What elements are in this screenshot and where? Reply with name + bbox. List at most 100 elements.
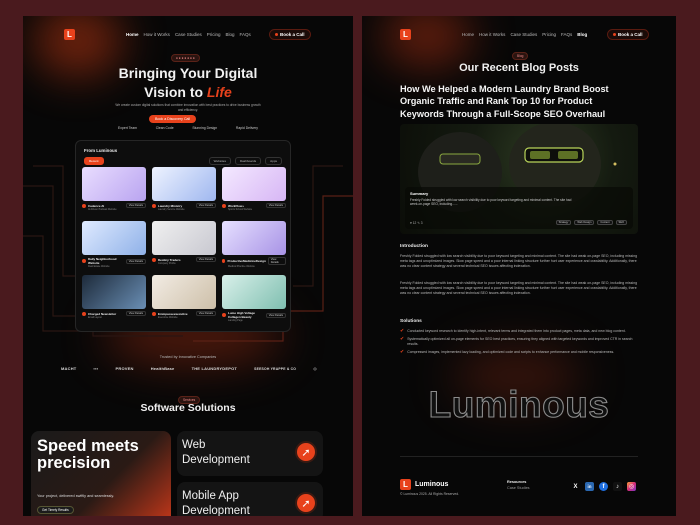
project-title: Cadence AI bbox=[88, 203, 105, 208]
project-thumbnail[interactable] bbox=[152, 275, 216, 309]
timely-results-button[interactable]: Get Timely Results bbox=[37, 506, 74, 514]
project-thumbnail[interactable] bbox=[222, 221, 286, 255]
client-logo: THE LAUNDRYDEPOT bbox=[191, 366, 238, 371]
filter-recent[interactable]: Recent bbox=[84, 157, 104, 165]
nav-link-how-it-works[interactable]: How it Works bbox=[144, 32, 170, 37]
nav-link-blog[interactable]: Blog bbox=[225, 32, 234, 37]
project-meta: Daily Neighborhood Website View Details bbox=[82, 257, 146, 265]
hero-title-line1: Bringing Your Digital bbox=[118, 65, 258, 81]
check-icon: ✔ bbox=[400, 349, 405, 355]
client-logo: ◎ bbox=[313, 366, 317, 371]
filter-dashboards[interactable]: Dashboards bbox=[234, 157, 262, 165]
project-subtitle: Real Estate Website bbox=[88, 265, 110, 268]
hero-pill: ● ● ● ● ● ● ● bbox=[171, 54, 200, 62]
nav-links: Home How it Works Case Studies Pricing B… bbox=[126, 32, 251, 37]
nav-link-case-studies[interactable]: Case Studies bbox=[175, 32, 202, 37]
view-details-button[interactable]: View Details bbox=[125, 258, 146, 264]
nav-link-blog[interactable]: Blog bbox=[577, 32, 587, 37]
service-label: Mobile App Development bbox=[182, 490, 250, 516]
view-details-button[interactable]: View Details bbox=[195, 257, 216, 262]
client-logo: PROVEN bbox=[115, 366, 134, 371]
nav-link-how-it-works[interactable]: How it Works bbox=[479, 32, 505, 37]
project-thumbnail[interactable] bbox=[82, 167, 146, 201]
project-thumbnail[interactable] bbox=[82, 221, 146, 255]
nav-link-case-studies[interactable]: Case Studies bbox=[510, 32, 537, 37]
service-web-development[interactable]: Web Development ➚ bbox=[177, 431, 323, 476]
facebook-icon[interactable]: f bbox=[599, 482, 608, 491]
project-card[interactable]: Destiny Traders View Details Company Profi… bbox=[152, 221, 216, 269]
project-thumbnail[interactable] bbox=[82, 275, 146, 309]
project-subtitle: Email Layout bbox=[88, 316, 102, 319]
project-card[interactable]: Charged Newsletter View Details Email Layo… bbox=[82, 275, 146, 323]
footer-link-case-studies[interactable]: Case Studies bbox=[507, 485, 530, 491]
project-card[interactable]: Daily Neighborhood Website View Details Re… bbox=[82, 221, 146, 269]
tag-chip[interactable]: SEO bbox=[615, 220, 627, 225]
nav-link-pricing[interactable]: Pricing bbox=[207, 32, 221, 37]
project-thumbnail[interactable] bbox=[222, 167, 286, 201]
project-thumbnail[interactable] bbox=[152, 221, 216, 255]
project-card[interactable]: ProductiveMedicineDesign View Details Medi… bbox=[222, 221, 286, 269]
nav-link-home[interactable]: Home bbox=[462, 32, 474, 37]
intro-heading: Introduction bbox=[400, 244, 428, 249]
view-details-button[interactable]: View Details bbox=[125, 311, 146, 316]
book-call-button[interactable]: Book a Call bbox=[269, 29, 311, 40]
nav-link-faqs[interactable]: FAQs bbox=[561, 32, 572, 37]
view-details-button[interactable]: View Details bbox=[195, 311, 216, 316]
solution-item: ✔ Compressed images, implemented lazy loa… bbox=[400, 350, 640, 355]
projects-showcase: From Luminous Recent Websites Dashboards… bbox=[75, 140, 291, 332]
project-card[interactable]: Lume High Voltage Collagen Beauty View De… bbox=[222, 275, 286, 323]
tiktok-icon[interactable]: ♪ bbox=[613, 482, 622, 491]
client-logo: MACHT bbox=[61, 366, 77, 371]
hero-tags: Expert Team Clean Code Stunning Design R… bbox=[118, 126, 258, 130]
arrow-icon[interactable]: ➚ bbox=[295, 492, 317, 514]
view-details-button[interactable]: View Details bbox=[265, 312, 286, 318]
nav-link-pricing[interactable]: Pricing bbox=[542, 32, 556, 37]
discovery-call-button[interactable]: Book a Discovery Call bbox=[149, 115, 197, 123]
view-details-button[interactable]: View Details bbox=[125, 203, 146, 208]
summary-heading: Summary bbox=[410, 191, 429, 196]
filter-apps[interactable]: Apps bbox=[265, 157, 282, 165]
nav-link-home[interactable]: Home bbox=[126, 32, 139, 37]
filter-websites[interactable]: Websites bbox=[208, 157, 231, 165]
x-icon[interactable]: X bbox=[571, 482, 580, 491]
project-card[interactable]: Laundry Ministry View Details Laundry Serv… bbox=[152, 167, 216, 215]
instagram-icon[interactable]: ◎ bbox=[627, 482, 636, 491]
post-hero-image: Summary Freshly Folded struggled with lo… bbox=[400, 124, 638, 234]
footer-wordmark: Luminous bbox=[428, 383, 610, 425]
project-thumbnail[interactable] bbox=[222, 275, 286, 309]
service-mobile-app[interactable]: Mobile App Development ➚ bbox=[177, 482, 323, 516]
project-title: Destiny Traders bbox=[158, 257, 181, 262]
project-card[interactable]: WorkFlow+ View Details Sports School Websi… bbox=[222, 167, 286, 215]
arrow-icon[interactable]: ➚ bbox=[295, 441, 317, 463]
project-card[interactable]: Cadence AI View Details AI-Driven Podcast … bbox=[82, 167, 146, 215]
tag-clean-code: Clean Code bbox=[155, 126, 174, 130]
project-card[interactable]: Emmpasseexecutive View Details Executive W… bbox=[152, 275, 216, 323]
nav-link-faqs[interactable]: FAQs bbox=[239, 32, 250, 37]
hero-title-line2: Vision to bbox=[144, 84, 204, 100]
project-meta: Lume High Voltage Collagen Beauty View De… bbox=[222, 311, 286, 319]
luminous-logo[interactable]: L bbox=[400, 29, 411, 40]
tag-chip[interactable]: Strategy bbox=[555, 220, 572, 225]
footer-brand[interactable]: L Luminous bbox=[400, 479, 448, 490]
tag-rapid-delivery: Rapid Delivery bbox=[235, 126, 258, 130]
book-call-button[interactable]: Book a Call bbox=[607, 29, 649, 40]
project-subtitle: Sports School Website bbox=[228, 208, 253, 211]
project-thumbnail[interactable] bbox=[152, 167, 216, 201]
tag-chip[interactable]: Content bbox=[597, 220, 613, 225]
project-logo-icon bbox=[152, 257, 156, 262]
linkedin-icon[interactable]: in bbox=[585, 482, 594, 491]
project-logo-icon bbox=[222, 313, 226, 317]
tag-chip[interactable]: Web Design bbox=[574, 220, 595, 225]
project-logo-icon bbox=[82, 311, 86, 316]
project-subtitle: Company Profile bbox=[158, 262, 176, 265]
project-logo-icon bbox=[222, 259, 226, 263]
top-nav: L Home How it Works Case Studies Pricing… bbox=[362, 16, 676, 54]
view-details-button[interactable]: View Details bbox=[267, 257, 286, 265]
luminous-logo[interactable]: L bbox=[64, 29, 75, 40]
services-title: Software Solutions bbox=[140, 402, 236, 414]
footer-brand-name: Luminous bbox=[415, 481, 449, 488]
view-details-button[interactable]: View Details bbox=[265, 203, 286, 208]
solution-item: ✔ Conducted keyword research to identify … bbox=[400, 329, 640, 334]
view-details-button[interactable]: View Details bbox=[195, 203, 216, 208]
project-grid: Cadence AI View Details AI-Driven Podcast … bbox=[82, 167, 286, 323]
